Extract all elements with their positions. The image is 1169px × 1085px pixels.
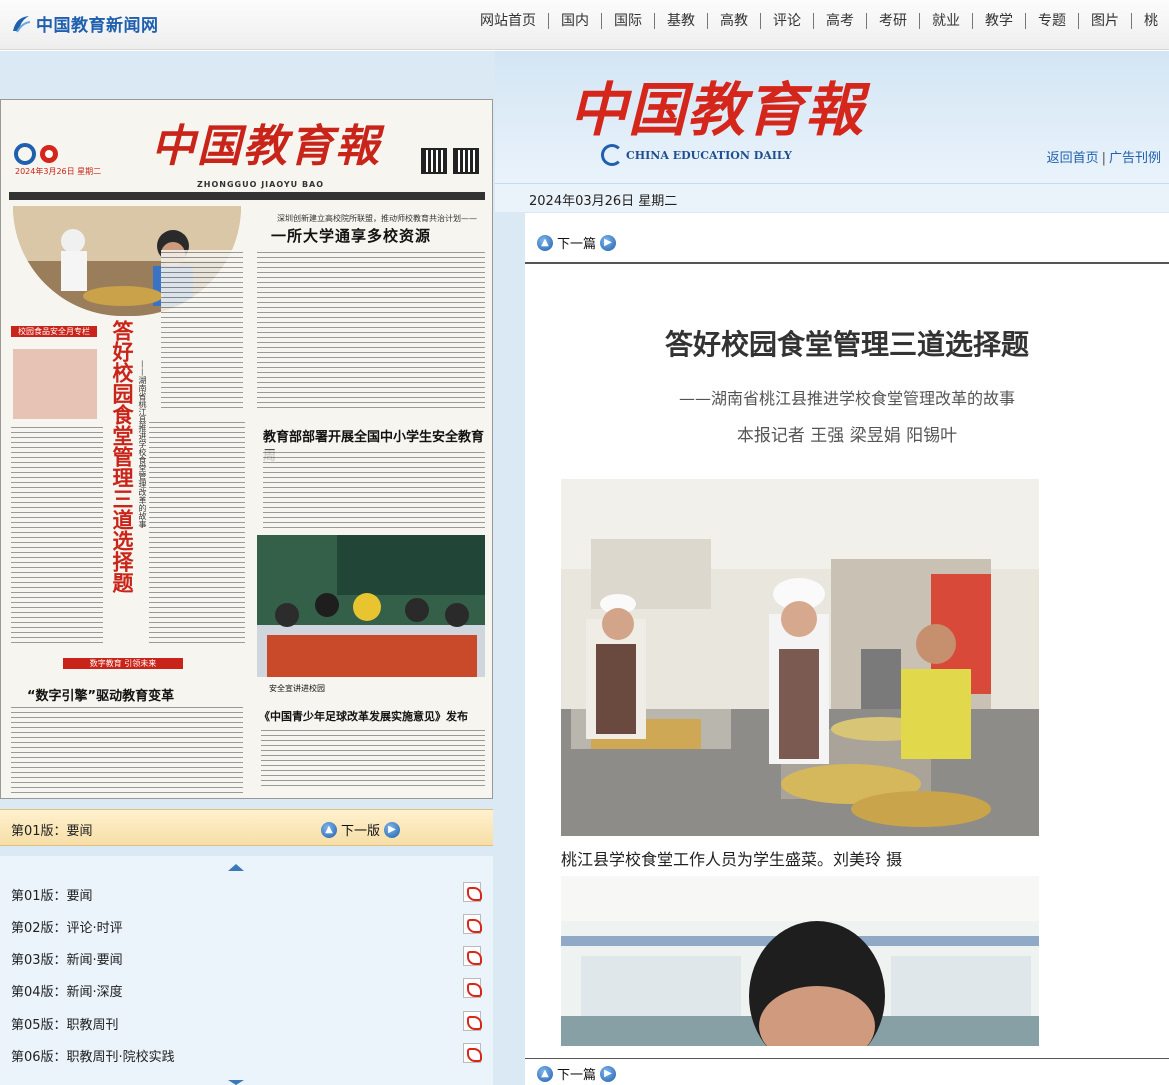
pdf-icon[interactable] <box>463 1043 482 1063</box>
epaper-vertical-subheadline: ——湖南省桃江县推进学校食堂管理改革的故事 <box>138 360 147 528</box>
top-navigation-bar: 中国教育新闻网 网站首页 国内 国际 基教 高教 评论 高考 考研 就业 教学 … <box>0 0 1169 50</box>
up-circle-icon: ▲ <box>537 1065 553 1082</box>
article-title: 答好校园食堂管理三道选择题 <box>664 328 1029 361</box>
issue-date: 2024年03月26日 星期二 <box>529 194 678 209</box>
article-photo-student <box>561 876 1039 1046</box>
masthead-logo-icon <box>601 144 623 166</box>
epaper-text-block <box>149 420 245 645</box>
nav-item-international[interactable]: 国际 <box>601 13 654 29</box>
edition-list: 第01版：要闻 第02版：评论·时评 第03版：新闻·要闻 第04版：新闻·深度… <box>0 856 493 1085</box>
edition-list-item[interactable]: 第04版：新闻·深度 <box>11 978 482 1001</box>
masthead: 中国教育報 CHINA EDUCATION DAILY 返回首页 | 广告刊例 <box>495 51 1169 183</box>
pdf-icon[interactable] <box>463 978 482 998</box>
nav-item-teaching[interactable]: 教学 <box>972 13 1025 29</box>
pdf-icon[interactable] <box>463 1011 482 1031</box>
masthead-subtitle-text: CHINA EDUCATION DAILY <box>626 148 792 162</box>
epaper-text-block <box>261 728 485 788</box>
epaper-vertical-headline: 答好校园食堂管理三道选择题 <box>110 320 134 593</box>
photo-caption: 桃江县学校食堂工作人员为学生盛菜。刘美玲 摄 <box>561 850 903 869</box>
nav-item-photos[interactable]: 图片 <box>1078 13 1131 29</box>
qr-code-icon <box>453 148 479 174</box>
edition-link[interactable]: 第06版：职教周刊·院校实践 <box>11 1050 175 1065</box>
nav-item-basic-education[interactable]: 基教 <box>654 13 707 29</box>
edition-link[interactable]: 第02版：评论·时评 <box>11 921 123 936</box>
nav-item-kaoyan[interactable]: 考研 <box>866 13 919 29</box>
right-circle-icon: ▶ <box>384 821 401 838</box>
epaper-text-block <box>161 250 243 410</box>
nav-item-commentary[interactable]: 评论 <box>760 13 813 29</box>
nav-item-home[interactable]: 网站首页 <box>468 13 548 29</box>
article-subtitle: ——湖南省桃江县推进学校食堂管理改革的故事 <box>678 389 1015 408</box>
next-article-label: 下一篇 <box>557 237 597 252</box>
next-edition-button[interactable]: ▲ 下一版 ▶ <box>321 820 401 839</box>
epaper-small-photo <box>13 349 97 419</box>
epaper-headline-3: “数字引擎”驱动教育变革 <box>27 689 175 704</box>
nav-item-topics[interactable]: 专题 <box>1025 13 1078 29</box>
epaper-pinyin: ZHONGGUO JIAOYU BAO <box>197 180 325 189</box>
nav-item-gaokao[interactable]: 高考 <box>813 13 866 29</box>
epaper-page-thumbnail[interactable]: 2024年3月26日 星期二 中国教育報 ZHONGGUO JIAOYU BAO… <box>0 99 493 799</box>
epaper-text-block <box>11 425 103 645</box>
edition-link[interactable]: 第04版：新闻·深度 <box>11 985 123 1000</box>
edition-link[interactable]: 第05版：职教周刊 <box>11 1018 119 1033</box>
epaper-logo-icon <box>14 143 58 165</box>
site-logo[interactable]: 中国教育新闻网 <box>10 11 159 36</box>
return-home-link[interactable]: 返回首页 <box>1047 151 1099 166</box>
masthead-title: 中国教育報 <box>569 76 865 144</box>
pdf-icon[interactable] <box>463 946 482 966</box>
epaper-headline-4: 《中国青少年足球改革发展实施意见》发布 <box>259 710 468 723</box>
edition-bar: 第01版：要闻 ▲ 下一版 ▶ <box>0 809 493 846</box>
epaper-text-block <box>11 705 243 793</box>
epaper-date: 2024年3月26日 星期二 <box>15 167 102 176</box>
epaper-headline-top-sub: 深圳创新建立高校院所联盟，推动师校教育共治计划—— <box>277 214 477 223</box>
divider <box>525 262 1169 264</box>
scroll-up-icon[interactable] <box>228 864 244 871</box>
date-bar: 2024年03月26日 星期二 <box>495 183 1169 212</box>
link-separator: | <box>1101 151 1106 166</box>
qr-code-icon <box>421 148 447 174</box>
epaper-headline-top: 一所大学通享多校资源 <box>271 227 432 245</box>
epaper-title: 中国教育報 <box>151 121 381 172</box>
epaper-section-tag: 校园食品安全月专栏 <box>11 326 97 337</box>
pdf-icon[interactable] <box>463 914 482 934</box>
edition-link[interactable]: 第01版：要闻 <box>11 889 93 904</box>
main-nav: 网站首页 国内 国际 基教 高教 评论 高考 考研 就业 教学 专题 图片 桃 <box>468 13 1169 29</box>
article-photo-canteen <box>561 479 1039 836</box>
epaper-text-block <box>263 450 485 528</box>
masthead-subtitle: CHINA EDUCATION DAILY <box>601 144 792 166</box>
up-circle-icon: ▲ <box>321 821 337 838</box>
next-article-label: 下一篇 <box>557 1068 597 1083</box>
ad-rates-link[interactable]: 广告刊例 <box>1109 151 1161 166</box>
nav-item-more[interactable]: 桃 <box>1131 13 1169 29</box>
scroll-down-icon[interactable] <box>228 1080 244 1085</box>
next-article-bottom[interactable]: ▲ 下一篇 ▶ <box>537 1064 617 1083</box>
nav-item-higher-education[interactable]: 高教 <box>707 13 760 29</box>
edition-list-item[interactable]: 第02版：评论·时评 <box>11 914 482 937</box>
nav-item-employment[interactable]: 就业 <box>919 13 972 29</box>
right-circle-icon: ▶ <box>600 1065 617 1082</box>
epaper-photo-caption: 安全宣讲进校园 <box>269 684 325 693</box>
site-logo-icon <box>10 13 32 35</box>
epaper-photo-safety <box>257 535 485 677</box>
article-authors: 本报记者 王强 梁昱娟 阳锡叶 <box>736 426 958 446</box>
epaper-headline-3-tag: 数字教育 引领未来 <box>63 658 183 669</box>
nav-item-domestic[interactable]: 国内 <box>548 13 601 29</box>
current-edition: 第01版：要闻 <box>11 824 93 839</box>
divider <box>525 1058 1169 1059</box>
edition-list-item[interactable]: 第05版：职教周刊 <box>11 1011 482 1034</box>
epaper-header-rule <box>9 192 485 200</box>
masthead-links: 返回首页 | 广告刊例 <box>1047 147 1161 166</box>
next-article-top[interactable]: ▲ 下一篇 ▶ <box>537 233 617 252</box>
edition-link[interactable]: 第03版：新闻·要闻 <box>11 953 123 968</box>
article-panel: ▲ 下一篇 ▶ 答好校园食堂管理三道选择题 ——湖南省桃江县推进学校食堂管理改革… <box>525 213 1169 1085</box>
epaper-text-block <box>257 250 485 410</box>
up-circle-icon: ▲ <box>537 234 553 251</box>
next-edition-label: 下一版 <box>341 824 381 839</box>
pdf-icon[interactable] <box>463 882 482 902</box>
edition-list-item[interactable]: 第03版：新闻·要闻 <box>11 946 482 969</box>
edition-list-item[interactable]: 第01版：要闻 <box>11 882 482 905</box>
edition-list-item[interactable]: 第06版：职教周刊·院校实践 <box>11 1043 482 1066</box>
site-logo-text: 中国教育新闻网 <box>36 16 159 36</box>
right-circle-icon: ▶ <box>600 234 617 251</box>
